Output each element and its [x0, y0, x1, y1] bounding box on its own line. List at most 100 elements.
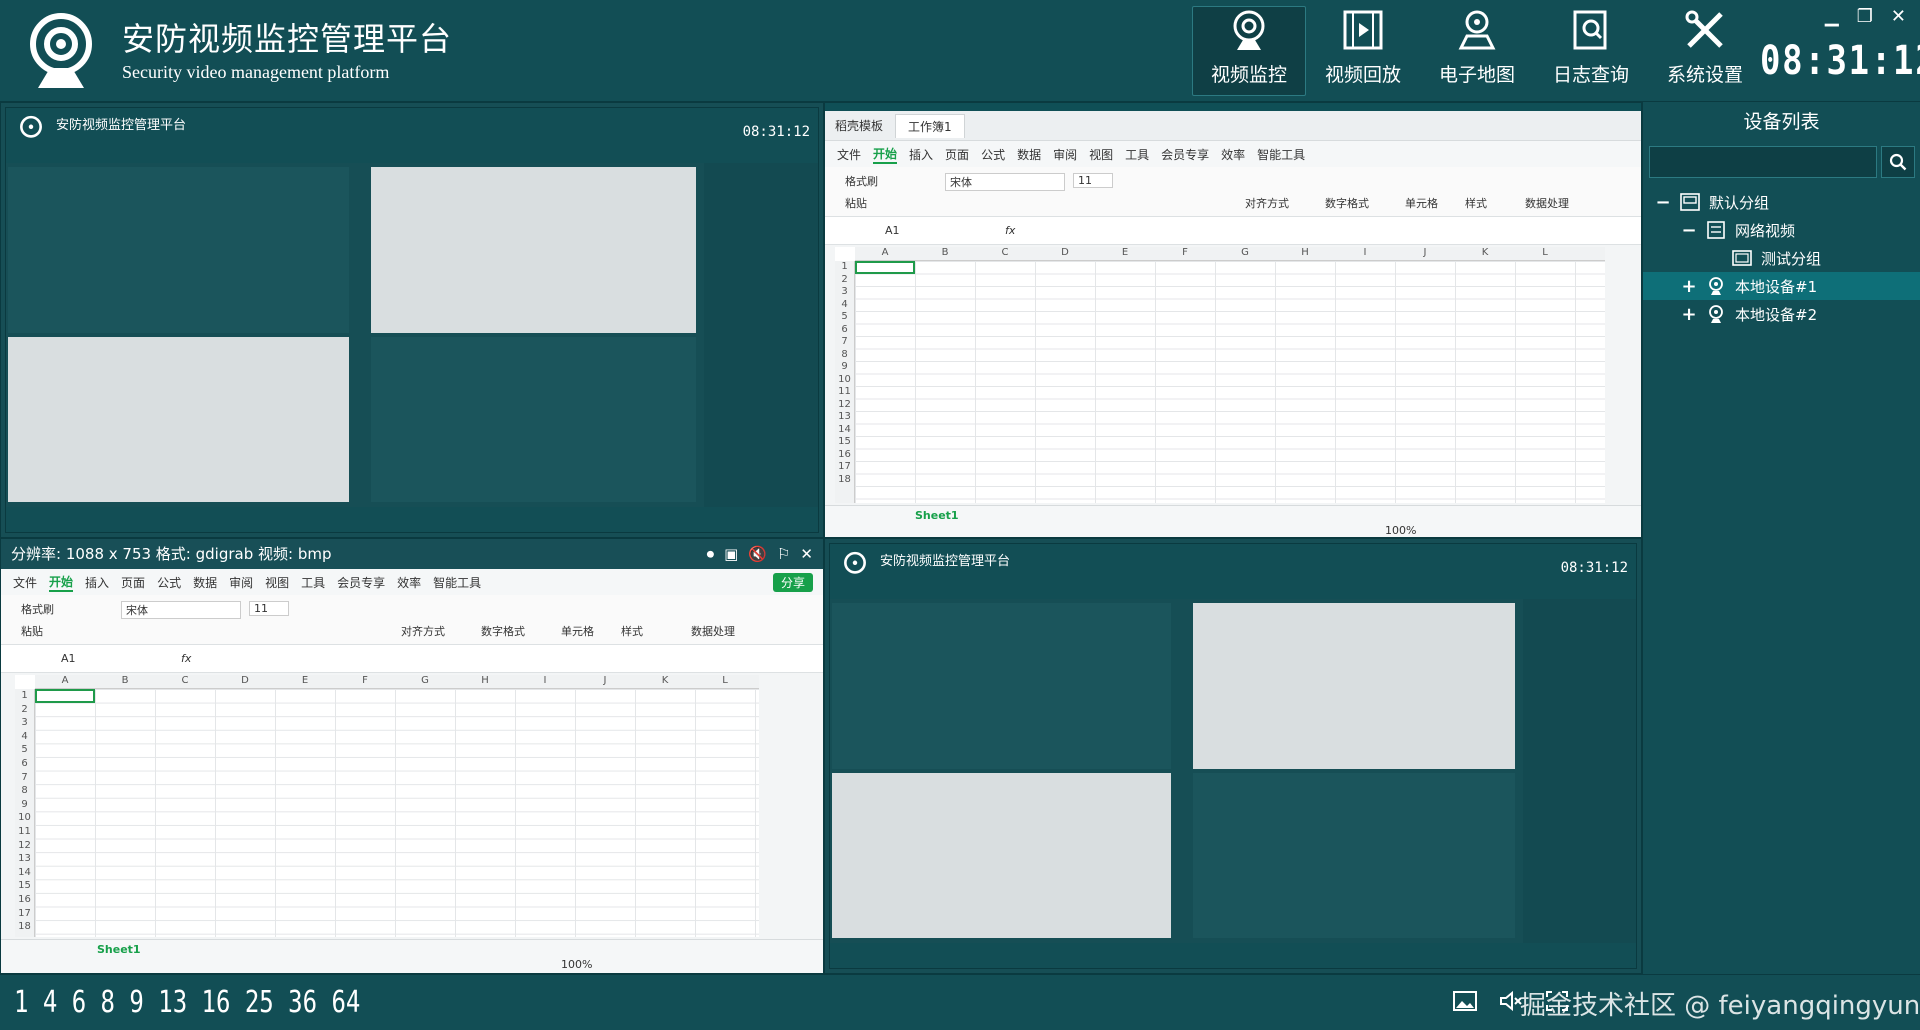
formula-bar: A1 fx [1, 645, 823, 673]
layout-8-button[interactable]: 8 [101, 985, 115, 1020]
layout-1-button[interactable]: 1 [14, 985, 28, 1020]
cell-button[interactable]: 单元格 [1405, 195, 1438, 211]
menu-data[interactable]: 数据 [1017, 146, 1041, 163]
search-button[interactable] [1881, 146, 1915, 178]
tab-workbook[interactable]: 工作簿1 [895, 113, 965, 138]
font-select[interactable]: 宋体 [121, 601, 241, 619]
alarm-icon[interactable]: ⚐ [777, 539, 790, 569]
nav-log-query[interactable]: 日志查询 [1534, 6, 1648, 96]
tab-docer[interactable]: 稻壳模板 [835, 117, 883, 134]
mute-icon[interactable]: 🔇 [748, 539, 767, 569]
tree-node-test-group[interactable]: 测试分组 [1643, 244, 1920, 272]
cell-grid[interactable] [855, 261, 1605, 503]
layout-36-button[interactable]: 36 [288, 985, 317, 1020]
close-icon[interactable]: ✕ [800, 539, 813, 569]
style-button[interactable]: 样式 [1465, 195, 1487, 211]
snapshot-icon[interactable] [1452, 989, 1478, 1013]
number-format-button[interactable]: 数字格式 [481, 623, 525, 639]
menu-smart-tools[interactable]: 智能工具 [1257, 146, 1305, 163]
collapse-toggle[interactable]: − [1681, 220, 1697, 241]
layout-64-button[interactable]: 64 [331, 985, 360, 1020]
menu-member[interactable]: 会员专享 [1161, 146, 1209, 163]
cell-reference[interactable]: A1 [61, 652, 141, 665]
menu-smart-tools[interactable]: 智能工具 [433, 574, 481, 591]
cell-button[interactable]: 单元格 [561, 623, 594, 639]
menu-view[interactable]: 视图 [265, 574, 289, 591]
logo-camera-icon [30, 13, 92, 88]
menu-home[interactable]: 开始 [49, 573, 74, 592]
menu-page[interactable]: 页面 [945, 146, 969, 163]
menu-formula[interactable]: 公式 [981, 146, 1005, 163]
selected-cell-a1[interactable] [855, 261, 915, 274]
col-header: E [301, 675, 309, 686]
menu-review[interactable]: 审阅 [229, 574, 253, 591]
data-process-button[interactable]: 数据处理 [1525, 195, 1569, 211]
sheet-grid[interactable]: A B C D E F G H I J K L 1 2 3 4 5 6 7 8 … [835, 247, 1605, 503]
font-size-select[interactable]: 11 [1073, 173, 1113, 188]
cell-grid[interactable] [35, 689, 759, 937]
number-format-button[interactable]: 数字格式 [1325, 195, 1369, 211]
close-icon[interactable]: ✕ [1891, 6, 1906, 27]
tree-node-network-video[interactable]: − 网络视频 [1643, 216, 1920, 244]
nav-video-monitor[interactable]: 视频监控 [1192, 6, 1306, 96]
share-button[interactable]: 分享 [772, 572, 813, 592]
nav-system-settings[interactable]: 系统设置 [1648, 6, 1762, 96]
menu-tools[interactable]: 工具 [1125, 146, 1149, 163]
expand-toggle[interactable]: + [1681, 304, 1697, 325]
minimize-icon[interactable]: ▁ [1825, 6, 1839, 27]
record-icon[interactable]: ⏺ [707, 539, 715, 569]
row-header: 11 [838, 386, 851, 397]
paste-button[interactable]: 粘贴 [845, 195, 867, 211]
sheet-tab[interactable]: Sheet1 [915, 509, 959, 522]
layout-9-button[interactable]: 9 [129, 985, 143, 1020]
format-painter-button[interactable]: 格式刷 [21, 601, 54, 617]
cell-reference[interactable]: A1 [885, 224, 965, 237]
tree-node-local-device-1[interactable]: + 本地设备#1 [1643, 272, 1920, 300]
menu-tools[interactable]: 工具 [301, 574, 325, 591]
align-button[interactable]: 对齐方式 [401, 623, 445, 639]
menu-efficiency[interactable]: 效率 [397, 574, 421, 591]
layout-13-button[interactable]: 13 [158, 985, 187, 1020]
spreadsheet-toolbar: 格式刷 粘贴 宋体 11 对齐方式 数字格式 单元格 样式 数据处理 [825, 167, 1641, 217]
col-header: I [1363, 247, 1367, 258]
menu-review[interactable]: 审阅 [1053, 146, 1077, 163]
restore-icon[interactable]: ❐ [1857, 6, 1873, 27]
video-cell-2[interactable]: 稻壳模板 工作簿1 文件 开始 插入 页面 公式 数据 审阅 视图 工具 会员专… [824, 102, 1642, 538]
menu-member[interactable]: 会员专享 [337, 574, 385, 591]
format-painter-button[interactable]: 格式刷 [845, 173, 878, 189]
menu-file[interactable]: 文件 [13, 574, 37, 591]
selected-cell-a1[interactable] [35, 689, 95, 703]
layout-16-button[interactable]: 16 [202, 985, 231, 1020]
sheet-tab[interactable]: Sheet1 [97, 943, 141, 956]
menu-efficiency[interactable]: 效率 [1221, 146, 1245, 163]
nav-video-playback[interactable]: 视频回放 [1306, 6, 1420, 96]
layout-4-button[interactable]: 4 [43, 985, 57, 1020]
align-button[interactable]: 对齐方式 [1245, 195, 1289, 211]
menu-page[interactable]: 页面 [121, 574, 145, 591]
font-size-select[interactable]: 11 [249, 601, 289, 616]
menu-data[interactable]: 数据 [193, 574, 217, 591]
style-button[interactable]: 样式 [621, 623, 643, 639]
font-select[interactable]: 宋体 [945, 173, 1065, 191]
tree-node-default-group[interactable]: − 默认分组 [1643, 188, 1920, 216]
menu-home[interactable]: 开始 [873, 145, 898, 164]
menu-view[interactable]: 视图 [1089, 146, 1113, 163]
menu-file[interactable]: 文件 [837, 146, 861, 163]
menu-formula[interactable]: 公式 [157, 574, 181, 591]
collapse-toggle[interactable]: − [1655, 192, 1671, 213]
sheet-grid[interactable]: A B C D E F G H I J K L 1 2 3 4 5 6 7 8 … [15, 675, 759, 937]
menu-insert[interactable]: 插入 [85, 574, 109, 591]
data-process-button[interactable]: 数据处理 [691, 623, 735, 639]
snapshot-icon[interactable]: ▣ [724, 539, 738, 569]
paste-button[interactable]: 粘贴 [21, 623, 43, 639]
device-search-input[interactable] [1649, 146, 1877, 178]
video-cell-4[interactable]: 安防视频监控管理平台 08:31:12 [824, 538, 1642, 974]
video-cell-1[interactable]: 安防视频监控管理平台 08:31:12 [0, 102, 824, 538]
menu-insert[interactable]: 插入 [909, 146, 933, 163]
video-cell-3[interactable]: 分辨率: 1088 x 753 格式: gdigrab 视频: bmp ⏺ ▣ … [0, 538, 824, 974]
layout-6-button[interactable]: 6 [72, 985, 86, 1020]
tree-node-local-device-2[interactable]: + 本地设备#2 [1643, 300, 1920, 328]
layout-25-button[interactable]: 25 [245, 985, 274, 1020]
expand-toggle[interactable]: + [1681, 276, 1697, 297]
nav-e-map[interactable]: 电子地图 [1420, 6, 1534, 96]
